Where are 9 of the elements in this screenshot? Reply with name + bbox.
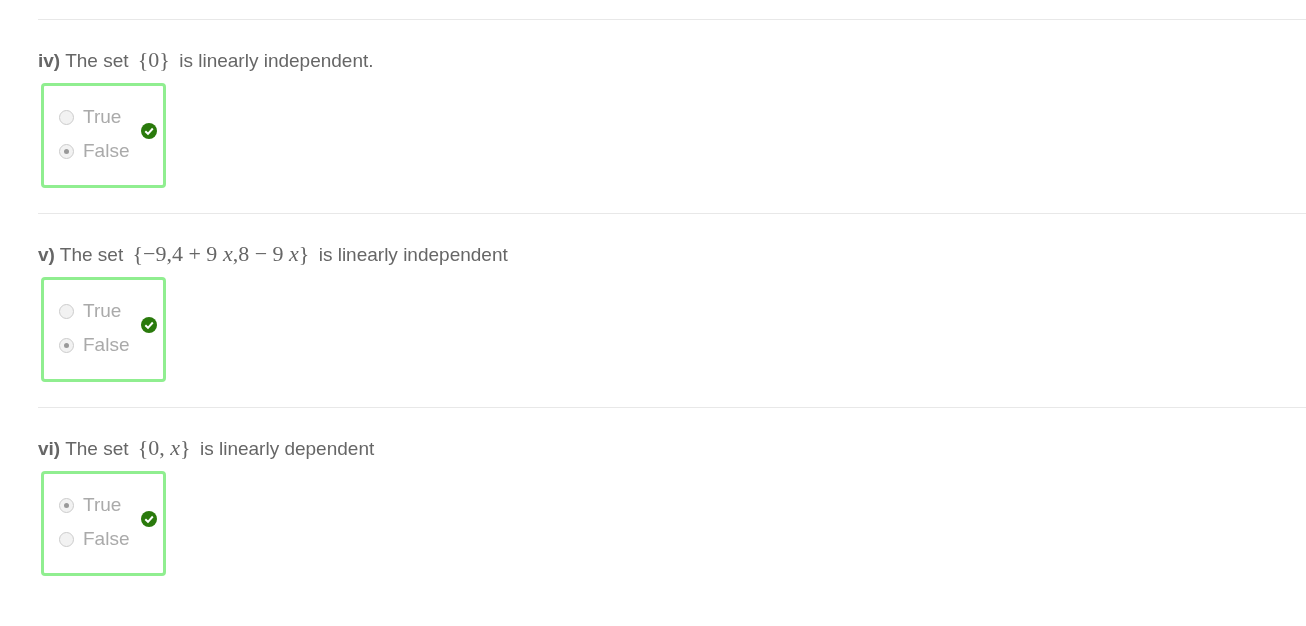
radio-icon[interactable] (59, 531, 74, 547)
radio-icon[interactable] (59, 109, 74, 125)
radio-icon[interactable] (59, 303, 74, 319)
radio-icon[interactable] (59, 497, 74, 513)
question-text: vi) The set {0, x} is linearly dependent (38, 435, 376, 462)
question-text: v) The set {−9,4 + 9 x,8 − 9 x} is linearly independent (38, 241, 509, 268)
question-text: iv) The set {0} is linearly independent. (38, 47, 375, 74)
radio-icon[interactable] (59, 337, 74, 353)
radio-icon[interactable] (59, 143, 74, 159)
